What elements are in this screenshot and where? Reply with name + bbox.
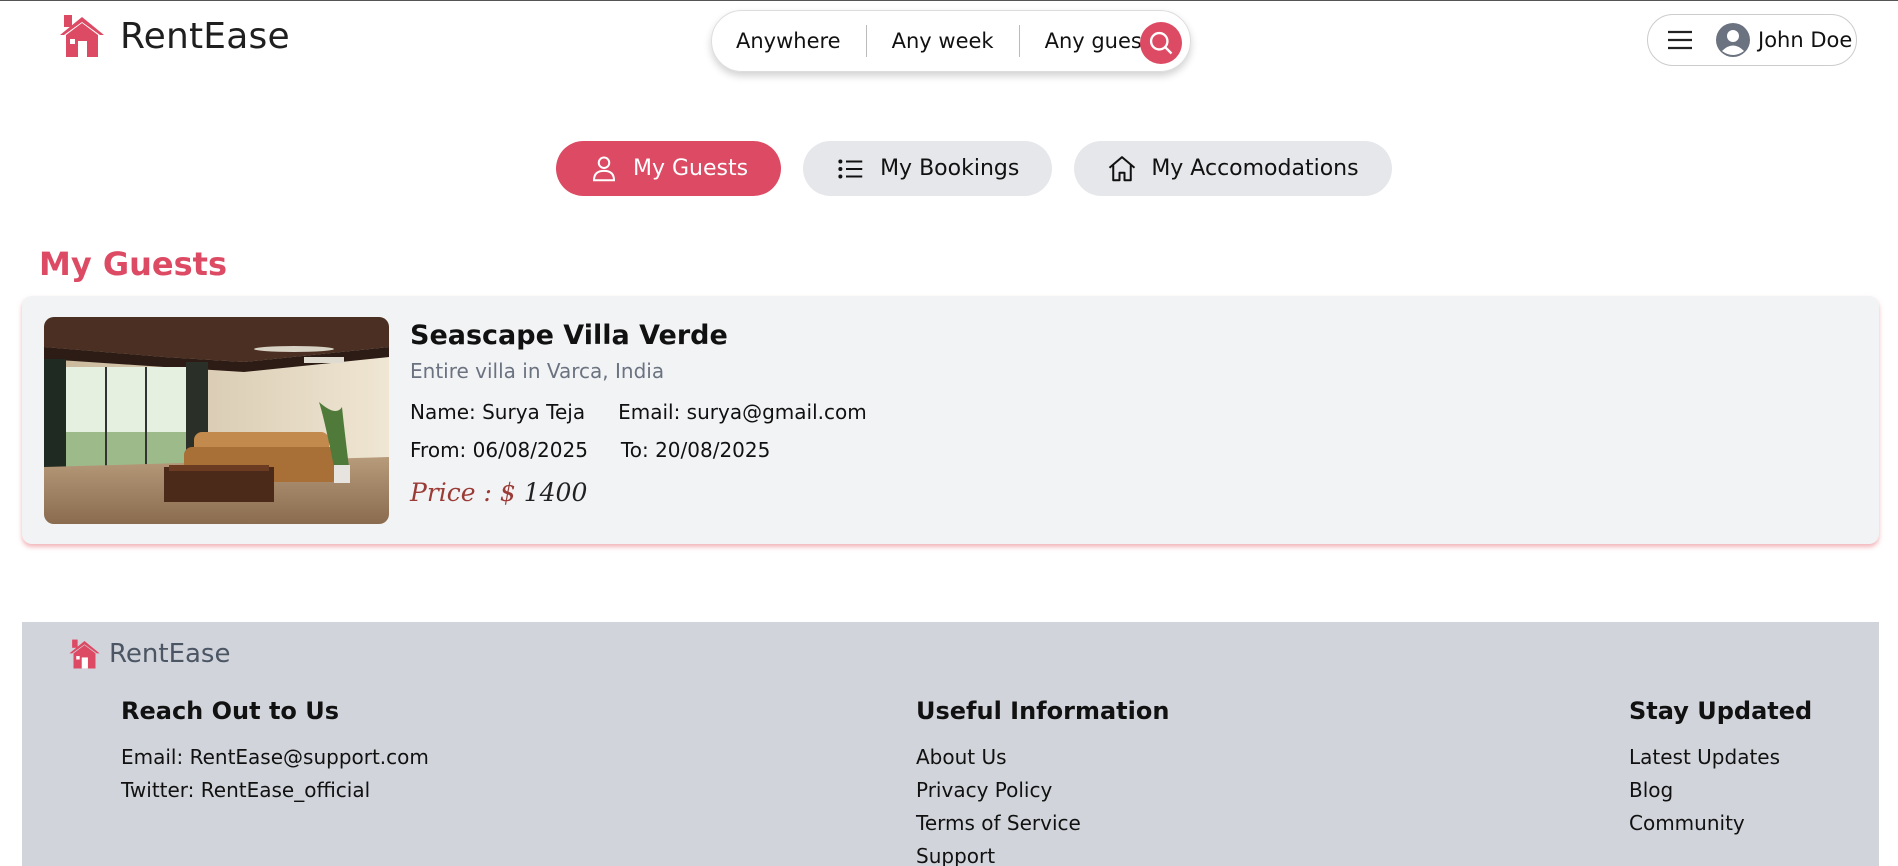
list-icon: [838, 158, 863, 179]
search-where[interactable]: Anywhere: [736, 29, 866, 53]
hamburger-icon: [1668, 30, 1692, 50]
avatar-icon: [1716, 23, 1750, 57]
booking-price: Price : $ 1400: [410, 478, 867, 507]
footer-brand-name: RentEase: [109, 639, 231, 669]
search-icon: [1149, 31, 1173, 55]
booking-details: Seascape Villa Verde Entire villa in Var…: [410, 320, 867, 507]
brand-logo[interactable]: RentEase: [58, 13, 290, 59]
house-logo-icon: [60, 15, 104, 57]
footer-link-support[interactable]: Support: [916, 840, 1169, 866]
site-footer: RentEase Reach Out to Us Email: RentEase…: [22, 622, 1879, 866]
footer-heading: Stay Updated: [1629, 697, 1813, 725]
top-header: RentEase Anywhere Any week Any guests Jo…: [0, 1, 1898, 81]
search-button[interactable]: [1140, 22, 1182, 64]
footer-link-blog[interactable]: Blog: [1629, 774, 1812, 807]
search-bar[interactable]: Anywhere Any week Any guests: [711, 10, 1191, 72]
price-label: Price : $: [410, 478, 516, 507]
listing-photo: [44, 317, 389, 524]
date-to: To: 20/08/2025: [620, 438, 771, 462]
footer-heading: Useful Information: [916, 697, 1170, 725]
listing-title[interactable]: Seascape Villa Verde: [410, 320, 867, 351]
footer-info-column: Useful Information About Us Privacy Poli…: [916, 697, 1169, 866]
footer-contact-email: Email: RentEase@support.com: [121, 745, 429, 769]
price-amount: 1400: [523, 478, 588, 507]
date-from: From: 06/08/2025: [410, 438, 588, 462]
user-name: John Doe: [1758, 28, 1853, 52]
guest-name: Name: Surya Teja: [410, 400, 586, 424]
footer-link-community[interactable]: Community: [1629, 807, 1812, 840]
account-tabs: My Guests My Bookings My Accomodations: [556, 141, 1392, 196]
footer-updates-column: Stay Updated Latest Updates Blog Communi…: [1629, 697, 1812, 840]
brand-name: RentEase: [120, 15, 290, 57]
footer-link-terms[interactable]: Terms of Service: [916, 807, 1169, 840]
tab-my-accomodations[interactable]: My Accomodations: [1074, 141, 1392, 196]
guest-booking-card[interactable]: Seascape Villa Verde Entire villa in Var…: [22, 296, 1879, 544]
tab-my-guests[interactable]: My Guests: [556, 141, 782, 196]
tab-label: My Bookings: [880, 156, 1020, 181]
date-info-row: From: 06/08/2025 To: 20/08/2025: [410, 438, 867, 462]
home-icon: [1109, 155, 1136, 181]
footer-contact-twitter: Twitter: RentEase_official: [121, 778, 371, 802]
tab-label: My Accomodations: [1151, 156, 1359, 181]
search-when[interactable]: Any week: [867, 29, 1019, 53]
house-logo-icon: [69, 639, 100, 669]
footer-heading: Reach Out to Us: [121, 697, 340, 725]
tab-label: My Guests: [633, 156, 749, 181]
listing-subtitle: Entire villa in Varca, India: [410, 359, 665, 383]
footer-contact-column: Reach Out to Us Email: RentEase@support.…: [121, 697, 429, 807]
footer-link-privacy[interactable]: Privacy Policy: [916, 774, 1169, 807]
guest-email: Email: surya@gmail.com: [618, 400, 867, 424]
page-title: My Guests: [39, 245, 227, 283]
guest-info-row: Name: Surya Teja Email: surya@gmail.com: [410, 400, 867, 424]
user-menu-button[interactable]: John Doe: [1647, 14, 1857, 66]
user-icon: [592, 156, 616, 181]
footer-link-latest[interactable]: Latest Updates: [1629, 741, 1812, 774]
footer-brand[interactable]: RentEase: [68, 638, 230, 670]
tab-my-bookings[interactable]: My Bookings: [803, 141, 1053, 196]
footer-link-about[interactable]: About Us: [916, 741, 1169, 774]
